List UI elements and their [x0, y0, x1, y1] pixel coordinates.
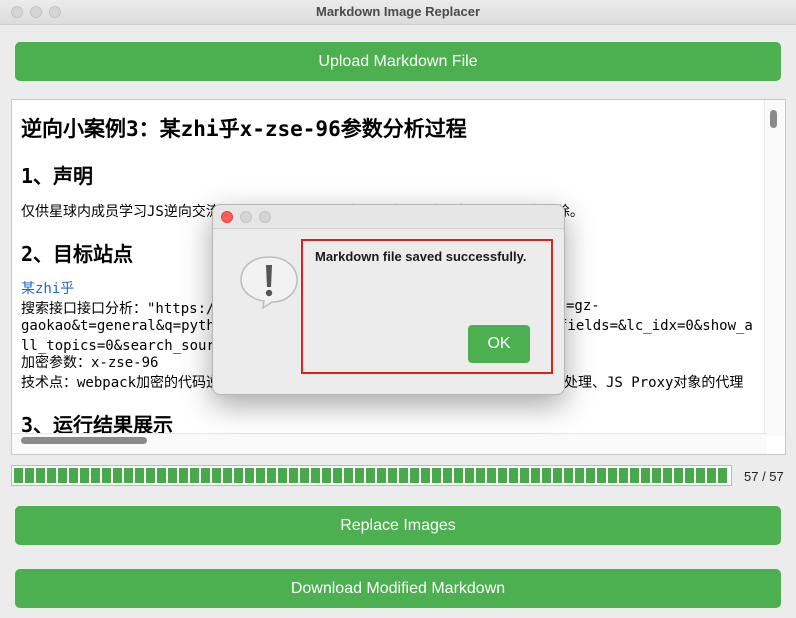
section-heading-1: 1、声明 — [21, 164, 94, 188]
document-title: 逆向小案例3：某zhi乎x-zse-96参数分析过程 — [21, 117, 467, 141]
progress-count: 57 / 57 — [744, 469, 784, 484]
search-api-text-a: 搜索接口接口分析："https:/ — [21, 301, 215, 317]
vertical-scroll-track[interactable] — [764, 100, 785, 436]
vertical-scrollbar-thumb[interactable] — [770, 110, 777, 128]
ok-button[interactable]: OK — [468, 325, 530, 363]
dialog-zoom-icon — [259, 211, 271, 223]
dialog-close-icon[interactable] — [221, 211, 233, 223]
upload-markdown-button[interactable]: Upload Markdown File — [15, 42, 781, 81]
site-link[interactable]: 某zhi乎 — [21, 278, 74, 298]
search-api-text-c: gaokao&t=general&q=pyth — [21, 318, 215, 334]
progress-fill — [14, 468, 729, 483]
search-api-text-b: =gz- — [566, 298, 600, 314]
progress-bar — [11, 465, 732, 486]
tech-points-text-a: 技术点：webpack加密的代码逆 — [21, 375, 221, 391]
dialog-title-bar — [213, 205, 564, 229]
horizontal-scrollbar-thumb[interactable] — [21, 437, 147, 444]
section-heading-2: 2、目标站点 — [21, 242, 134, 266]
replace-images-button[interactable]: Replace Images — [15, 506, 781, 545]
message-highlight-box: Markdown file saved successfully. OK — [301, 239, 553, 374]
dialog-minimize-icon — [240, 211, 252, 223]
dialog-message: Markdown file saved successfully. — [315, 249, 527, 264]
download-modified-markdown-button[interactable]: Download Modified Markdown — [15, 569, 781, 608]
title-bar: Markdown Image Replacer — [0, 0, 796, 25]
tech-points-text-b: 处理、JS Proxy对象的代理 — [564, 375, 744, 391]
window-title: Markdown Image Replacer — [316, 4, 480, 19]
search-api-text-d: fields=&lc_idx=0&show_a — [559, 318, 753, 334]
success-dialog: Markdown file saved successfully. OK — [212, 204, 565, 395]
encrypt-param-text: 加密参数：x-zse-96 — [21, 355, 159, 371]
exclamation-alert-icon — [240, 256, 298, 309]
